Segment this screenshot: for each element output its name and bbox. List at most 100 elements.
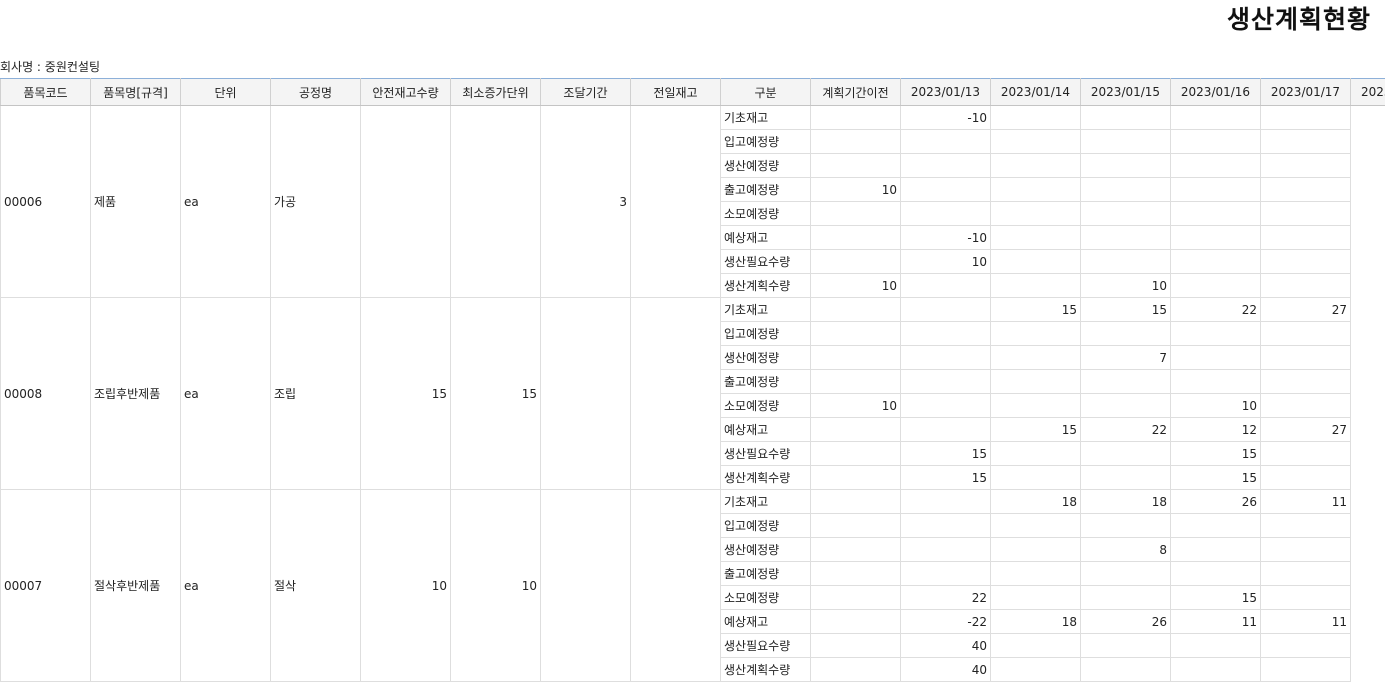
min-increment-cell[interactable]: 10 — [450, 489, 541, 682]
category-cell[interactable]: 생산필요수량 — [720, 249, 811, 274]
value-cell[interactable] — [1080, 441, 1171, 466]
category-cell[interactable]: 생산예정량 — [720, 345, 811, 370]
unit-cell[interactable]: ea — [180, 489, 271, 682]
value-cell[interactable]: 10 — [810, 177, 901, 202]
value-cell[interactable] — [1260, 201, 1351, 226]
prev-stock-cell[interactable] — [630, 489, 721, 682]
value-cell[interactable] — [900, 489, 991, 514]
col-header-unit[interactable]: 단위 — [180, 78, 271, 106]
value-cell[interactable] — [1260, 369, 1351, 394]
value-cell[interactable]: 10 — [1080, 273, 1171, 298]
col-header-item-name[interactable]: 품목명[규격] — [90, 78, 181, 106]
category-cell[interactable]: 입고예정량 — [720, 513, 811, 538]
value-cell[interactable] — [900, 129, 991, 154]
value-cell[interactable] — [990, 153, 1081, 178]
item-name-cell[interactable]: 절삭후반제품 — [90, 489, 181, 682]
category-cell[interactable]: 소모예정량 — [720, 585, 811, 610]
value-cell[interactable] — [1260, 465, 1351, 490]
value-cell[interactable] — [1170, 177, 1261, 202]
col-header-safety-stock[interactable]: 안전재고수량 — [360, 78, 451, 106]
category-cell[interactable]: 생산계획수량 — [720, 465, 811, 490]
safety-stock-cell[interactable] — [360, 105, 451, 298]
value-cell[interactable] — [810, 561, 901, 586]
value-cell[interactable] — [900, 561, 991, 586]
value-cell[interactable] — [990, 369, 1081, 394]
value-cell[interactable] — [1080, 657, 1171, 682]
value-cell[interactable] — [1080, 369, 1171, 394]
category-cell[interactable]: 생산필요수량 — [720, 633, 811, 658]
lead-time-cell[interactable] — [540, 489, 631, 682]
value-cell[interactable] — [810, 369, 901, 394]
col-header-min-increment[interactable]: 최소증가단위 — [450, 78, 541, 106]
value-cell[interactable] — [1170, 105, 1261, 130]
value-cell[interactable] — [1170, 201, 1261, 226]
value-cell[interactable] — [1080, 177, 1171, 202]
value-cell[interactable] — [990, 513, 1081, 538]
value-cell[interactable]: 15 — [1170, 465, 1261, 490]
col-header-process[interactable]: 공정명 — [270, 78, 361, 106]
value-cell[interactable] — [990, 537, 1081, 562]
value-cell[interactable]: 11 — [1260, 489, 1351, 514]
value-cell[interactable] — [990, 345, 1081, 370]
value-cell[interactable]: 7 — [1080, 345, 1171, 370]
category-cell[interactable]: 기초재고 — [720, 105, 811, 130]
item-name-cell[interactable]: 조립후반제품 — [90, 297, 181, 490]
value-cell[interactable] — [1260, 105, 1351, 130]
process-cell[interactable]: 가공 — [270, 105, 361, 298]
value-cell[interactable] — [1260, 345, 1351, 370]
value-cell[interactable] — [1170, 273, 1261, 298]
category-cell[interactable]: 입고예정량 — [720, 129, 811, 154]
value-cell[interactable] — [810, 513, 901, 538]
value-cell[interactable] — [1080, 393, 1171, 418]
value-cell[interactable] — [810, 345, 901, 370]
col-header-date-0114[interactable]: 2023/01/14 — [990, 78, 1081, 106]
value-cell[interactable] — [810, 441, 901, 466]
value-cell[interactable]: 11 — [1170, 609, 1261, 634]
value-cell[interactable] — [990, 441, 1081, 466]
item-code-cell[interactable]: 00008 — [0, 297, 91, 490]
value-cell[interactable] — [1170, 129, 1261, 154]
value-cell[interactable] — [900, 273, 991, 298]
value-cell[interactable] — [1170, 249, 1261, 274]
value-cell[interactable] — [810, 297, 901, 322]
value-cell[interactable] — [1170, 225, 1261, 250]
col-header-prev-stock[interactable]: 전일재고 — [630, 78, 721, 106]
value-cell[interactable] — [990, 201, 1081, 226]
category-cell[interactable]: 예상재고 — [720, 417, 811, 442]
category-cell[interactable]: 출고예정량 — [720, 369, 811, 394]
value-cell[interactable]: 10 — [810, 273, 901, 298]
value-cell[interactable] — [900, 177, 991, 202]
value-cell[interactable]: 15 — [900, 441, 991, 466]
value-cell[interactable] — [1170, 345, 1261, 370]
value-cell[interactable] — [1170, 321, 1261, 346]
category-cell[interactable]: 입고예정량 — [720, 321, 811, 346]
value-cell[interactable] — [810, 225, 901, 250]
value-cell[interactable] — [1080, 153, 1171, 178]
value-cell[interactable]: 22 — [1170, 297, 1261, 322]
value-cell[interactable] — [990, 393, 1081, 418]
value-cell[interactable] — [1170, 561, 1261, 586]
unit-cell[interactable]: ea — [180, 297, 271, 490]
category-cell[interactable]: 예상재고 — [720, 609, 811, 634]
value-cell[interactable] — [1080, 561, 1171, 586]
value-cell[interactable]: 18 — [990, 609, 1081, 634]
value-cell[interactable]: 8 — [1080, 537, 1171, 562]
value-cell[interactable] — [1170, 369, 1261, 394]
value-cell[interactable] — [1260, 585, 1351, 610]
value-cell[interactable] — [1260, 393, 1351, 418]
value-cell[interactable] — [990, 177, 1081, 202]
value-cell[interactable] — [900, 153, 991, 178]
value-cell[interactable] — [1080, 201, 1171, 226]
value-cell[interactable] — [1260, 441, 1351, 466]
min-increment-cell[interactable]: 15 — [450, 297, 541, 490]
value-cell[interactable] — [990, 129, 1081, 154]
value-cell[interactable] — [810, 657, 901, 682]
value-cell[interactable] — [1080, 321, 1171, 346]
value-cell[interactable]: 26 — [1080, 609, 1171, 634]
safety-stock-cell[interactable]: 10 — [360, 489, 451, 682]
process-cell[interactable]: 조립 — [270, 297, 361, 490]
value-cell[interactable]: 11 — [1260, 609, 1351, 634]
value-cell[interactable] — [990, 249, 1081, 274]
unit-cell[interactable]: ea — [180, 105, 271, 298]
value-cell[interactable] — [1260, 321, 1351, 346]
